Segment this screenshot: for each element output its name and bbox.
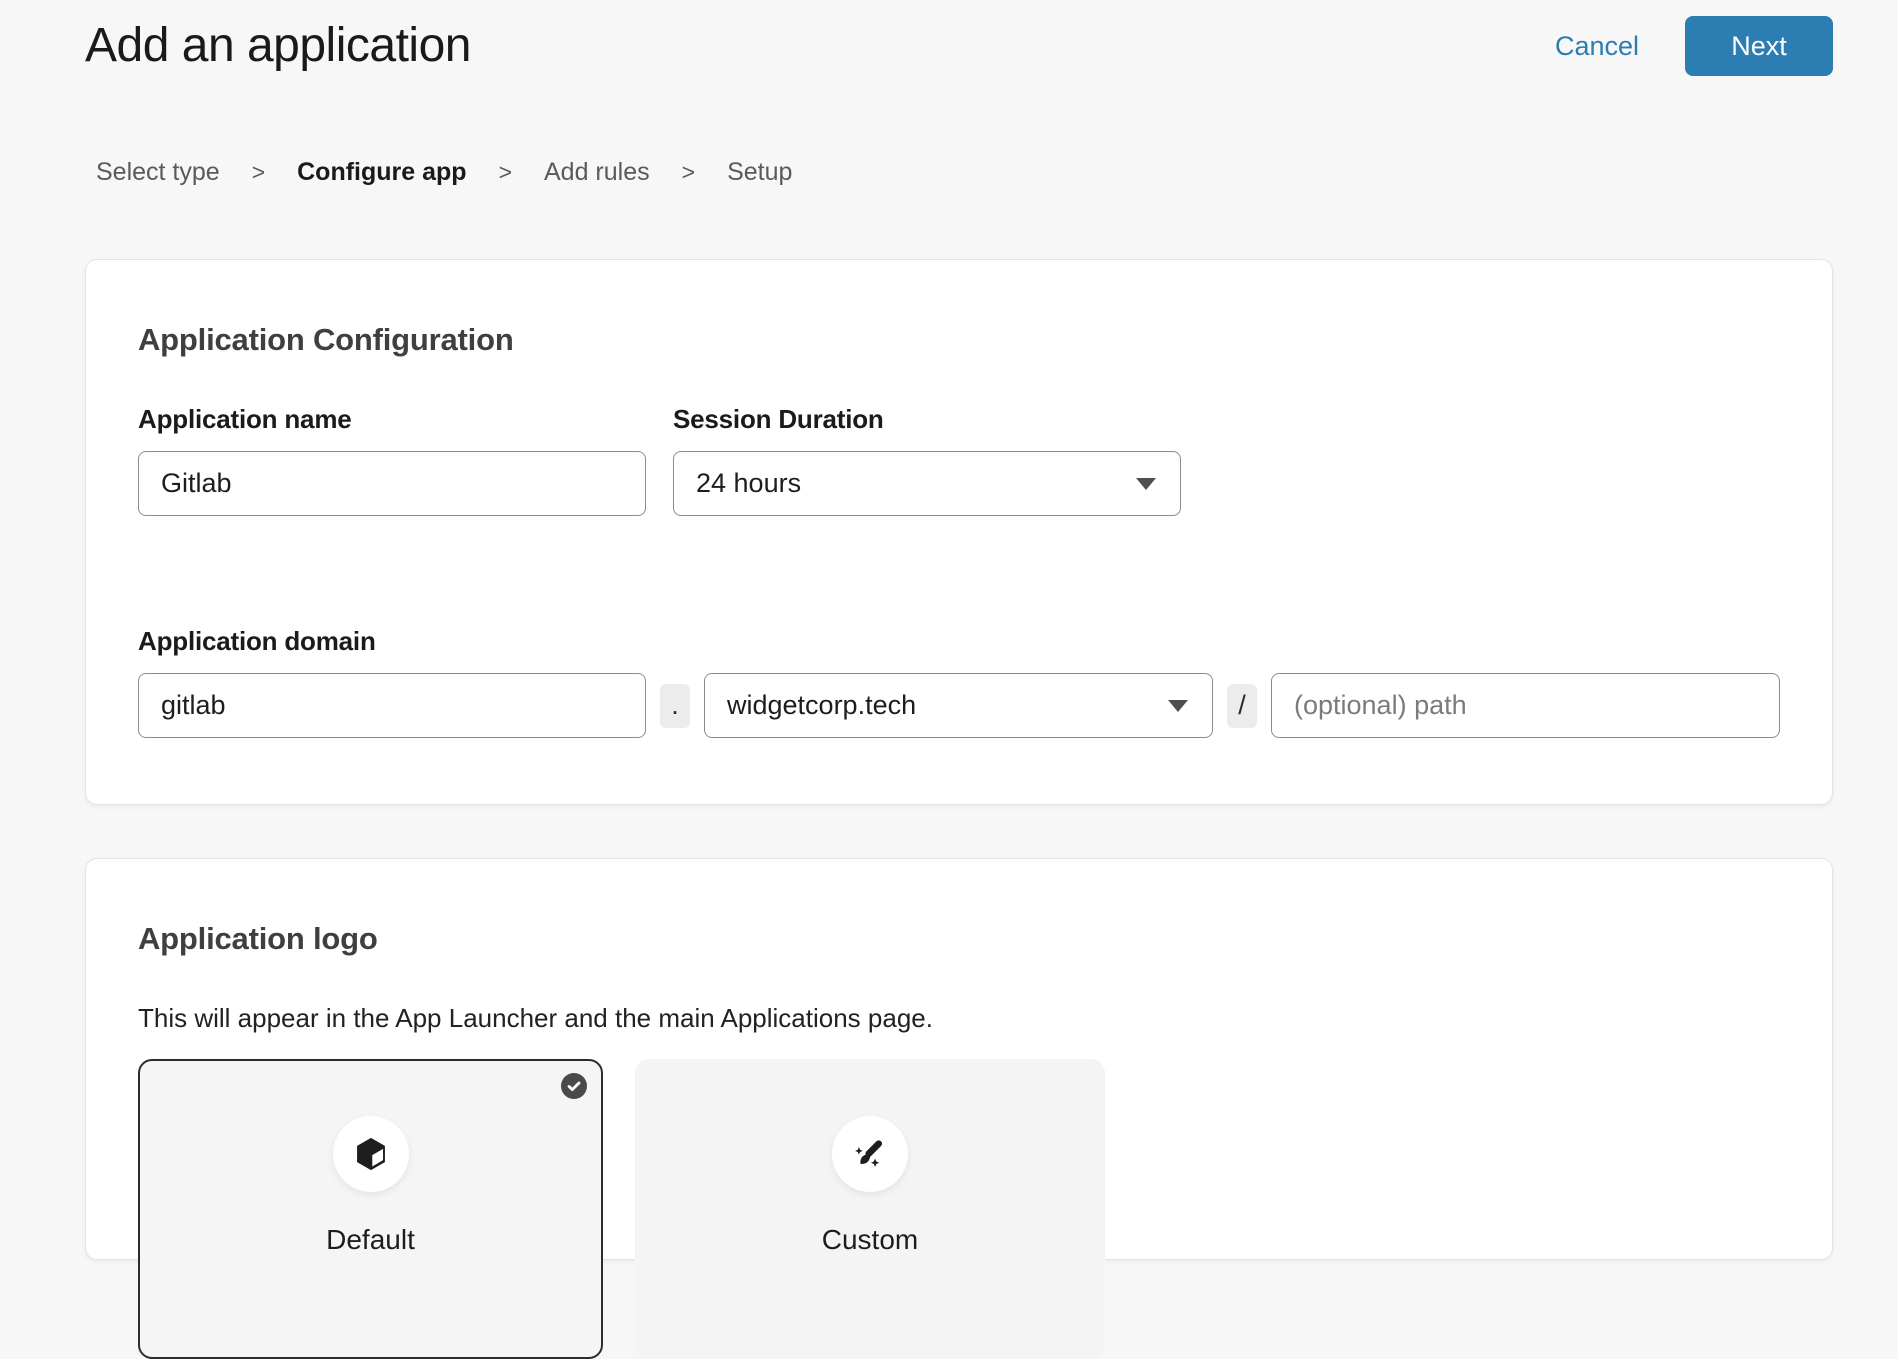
logo-option-label: Custom	[822, 1224, 918, 1256]
domain-select-value: widgetcorp.tech	[727, 690, 916, 721]
breadcrumb-configure-app[interactable]: Configure app	[297, 158, 466, 187]
application-domain-label: Application domain	[138, 626, 1780, 656]
application-domain-field: Application domain . widgetcorp.tech /	[138, 626, 1780, 738]
session-duration-select[interactable]: 24 hours	[673, 451, 1181, 516]
application-configuration-card: Application Configuration Application na…	[85, 259, 1833, 805]
chevron-down-icon	[1168, 700, 1188, 712]
name-session-row: Application name Session Duration 24 hou…	[138, 404, 1780, 516]
paintbrush-icon	[832, 1116, 908, 1192]
breadcrumb-separator-icon: >	[499, 159, 512, 186]
logo-option-label: Default	[326, 1224, 415, 1256]
session-duration-field: Session Duration 24 hours	[673, 404, 1181, 516]
application-configuration-heading: Application Configuration	[138, 322, 1780, 358]
page-header: Add an application Cancel Next	[0, 0, 1898, 76]
chevron-down-icon	[1136, 478, 1156, 490]
session-duration-value: 24 hours	[696, 468, 801, 499]
application-logo-heading: Application logo	[138, 921, 1780, 957]
application-logo-description: This will appear in the App Launcher and…	[138, 1003, 1780, 1033]
subdomain-input[interactable]	[138, 673, 646, 738]
breadcrumb-separator-icon: >	[682, 159, 695, 186]
breadcrumb-separator-icon: >	[252, 159, 265, 186]
application-name-field: Application name	[138, 404, 646, 516]
breadcrumb-add-rules[interactable]: Add rules	[544, 158, 650, 187]
next-button[interactable]: Next	[1685, 16, 1833, 76]
header-actions: Cancel Next	[1555, 16, 1833, 76]
application-name-input[interactable]	[138, 451, 646, 516]
logo-option-tiles: Default Custom	[138, 1059, 1780, 1359]
path-input[interactable]	[1271, 673, 1780, 738]
domain-select[interactable]: widgetcorp.tech	[704, 673, 1213, 738]
application-name-label: Application name	[138, 404, 646, 434]
breadcrumb-select-type[interactable]: Select type	[96, 158, 220, 187]
session-duration-label: Session Duration	[673, 404, 1181, 434]
cube-icon	[333, 1116, 409, 1192]
cancel-button[interactable]: Cancel	[1555, 16, 1639, 76]
dot-separator: .	[660, 684, 690, 728]
application-domain-row: . widgetcorp.tech /	[138, 673, 1780, 738]
breadcrumb: Select type > Configure app > Add rules …	[96, 158, 1898, 187]
check-icon	[561, 1073, 587, 1099]
slash-separator: /	[1227, 684, 1257, 728]
breadcrumb-setup[interactable]: Setup	[727, 158, 792, 187]
logo-option-default[interactable]: Default	[138, 1059, 603, 1359]
logo-option-custom[interactable]: Custom	[635, 1059, 1105, 1359]
application-logo-card: Application logo This will appear in the…	[85, 858, 1833, 1260]
add-application-page: Add an application Cancel Next Select ty…	[0, 0, 1898, 1260]
page-title: Add an application	[85, 16, 471, 76]
